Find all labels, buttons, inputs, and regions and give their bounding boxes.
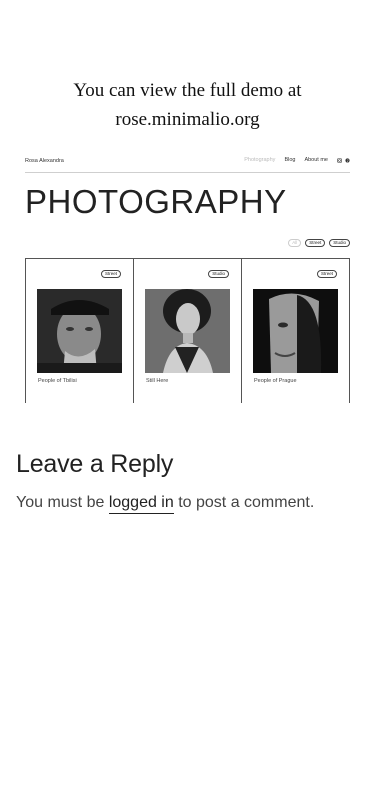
demo-note-line2: rose.minimalio.org — [115, 109, 260, 130]
demo-note: You can view the full demo at rose.minim… — [0, 76, 375, 134]
photo-woman-studio — [145, 289, 230, 373]
photo-old-man — [253, 289, 338, 373]
portfolio-card: Street People of Tbilisi — [26, 259, 134, 403]
page-title: PHOTOGRAPHY — [25, 183, 287, 220]
nav-link-blog: Blog — [284, 157, 296, 163]
reply-text-before: You must be — [16, 494, 109, 511]
card-title: People of Tbilisi — [38, 378, 77, 384]
demo-preview-screenshot: Rosa Alexandra Photography Blog About me… — [25, 152, 350, 404]
card-tag: Street — [316, 270, 337, 278]
reply-heading: Leave a Reply — [16, 450, 174, 478]
photo-man-with-cap — [37, 289, 122, 373]
header-divider — [25, 172, 350, 173]
site-nav: Photography Blog About me — [235, 157, 350, 163]
reply-text-after: to post a comment. — [173, 494, 315, 511]
filter-street: Street — [305, 239, 326, 247]
instagram-icon — [337, 157, 342, 163]
portfolio-card: Street People of Prague — [242, 259, 349, 403]
filter-all: All — [288, 239, 302, 247]
demo-note-line1: You can view the full demo at — [73, 80, 302, 101]
nav-link-photography: Photography — [244, 157, 276, 163]
filter-studio: Studio — [329, 239, 350, 247]
portfolio-card: Studio Still Here — [134, 259, 242, 403]
card-title: Still Here — [146, 378, 169, 384]
pinterest-icon — [345, 157, 350, 163]
card-tag: Studio — [208, 270, 229, 278]
login-link[interactable]: logged in — [108, 494, 174, 514]
nav-link-about: About me — [304, 157, 328, 163]
filter-pills: All Street Studio — [288, 239, 350, 247]
card-title: People of Prague — [254, 378, 297, 384]
card-tag: Street — [100, 270, 121, 278]
site-name: Rosa Alexandra — [25, 158, 64, 164]
reply-login-message: You must be logged in to post a comment. — [16, 494, 315, 514]
portfolio-grid: Street People of Tbilisi Studio Still He… — [25, 258, 350, 403]
